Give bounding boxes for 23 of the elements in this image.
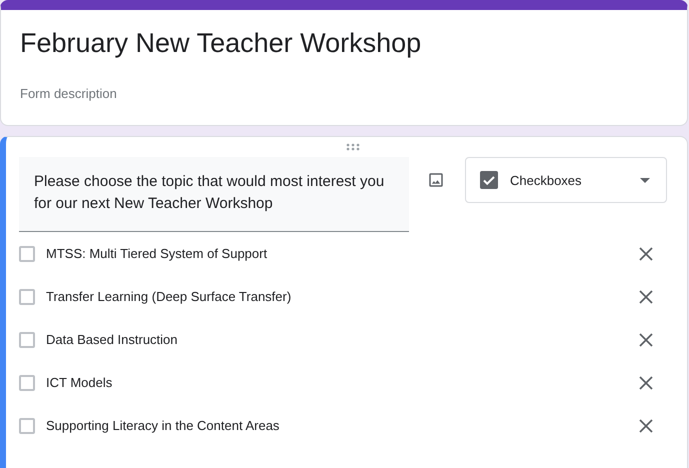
option-label[interactable]: ICT Models — [46, 375, 639, 390]
checkbox[interactable] — [19, 418, 35, 434]
option-label[interactable]: Supporting Literacy in the Content Areas — [46, 418, 639, 433]
close-icon[interactable] — [639, 418, 653, 432]
checkbox[interactable] — [19, 246, 35, 262]
question-field[interactable]: Please choose the topic that would most interest you for our next New Teacher Workshop — [19, 157, 409, 232]
option-label[interactable]: Data Based Instruction — [46, 332, 639, 347]
checkbox[interactable] — [19, 288, 35, 304]
close-icon[interactable] — [639, 246, 653, 260]
checkbox-icon — [480, 171, 498, 189]
image-icon[interactable] — [427, 171, 445, 189]
checkbox[interactable] — [19, 374, 35, 390]
question-type-dropdown[interactable]: Checkboxes — [465, 157, 667, 203]
option-label[interactable]: MTSS: Multi Tiered System of Support — [46, 246, 639, 261]
option-label[interactable]: Transfer Learning (Deep Surface Transfer) — [46, 289, 639, 304]
checkbox[interactable] — [19, 332, 35, 348]
form-title[interactable]: February New Teacher Workshop — [20, 28, 668, 59]
drag-handle-icon[interactable] — [346, 143, 360, 151]
close-icon[interactable] — [639, 332, 653, 346]
close-icon[interactable] — [639, 290, 653, 304]
caret-icon — [640, 178, 650, 182]
close-icon[interactable] — [639, 376, 653, 390]
form-description-field[interactable]: Form description — [20, 86, 668, 101]
